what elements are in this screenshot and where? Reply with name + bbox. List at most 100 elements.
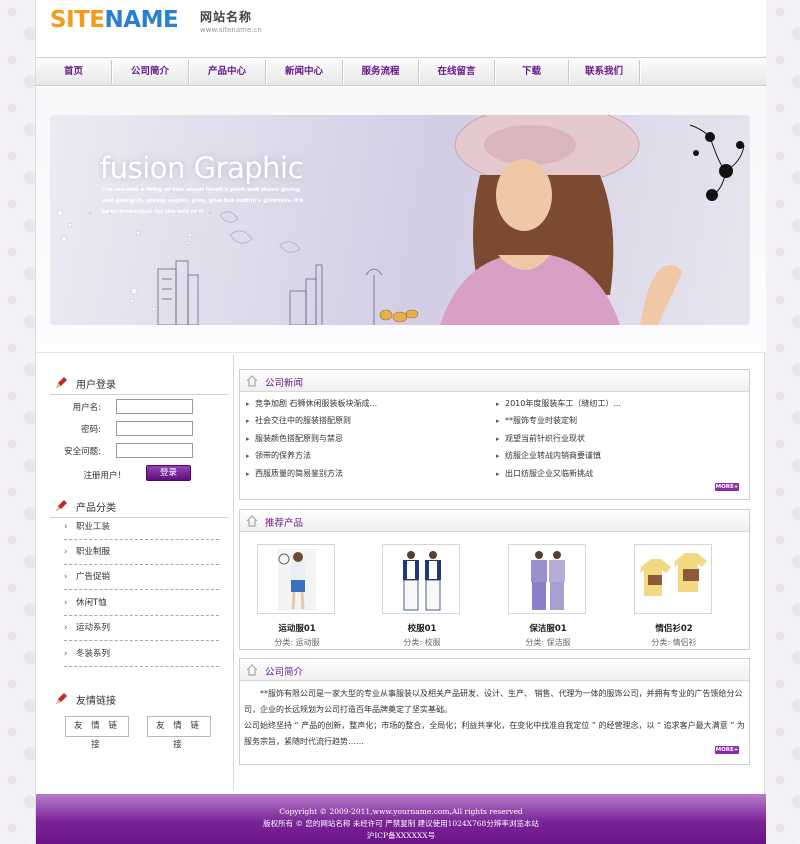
products-panel-header: 推荐产品 xyxy=(240,510,749,532)
category-item[interactable]: › 职业制服 xyxy=(64,540,219,565)
news-link-text: 服装颜色搭配原则与禁忌 xyxy=(255,434,343,443)
copyright-text: Copyright © 2009-2011,www.yourname.com,A… xyxy=(279,807,523,816)
news-item[interactable]: ▸ **服饰专业时装定制 xyxy=(496,414,577,428)
pencil-icon xyxy=(56,693,67,704)
friend-link-button[interactable]: 友 情 链 接 xyxy=(147,716,211,750)
arrow-icon: ▸ xyxy=(246,417,250,425)
arrow-icon: ▸ xyxy=(246,435,250,443)
product-image[interactable] xyxy=(508,544,586,614)
chevron-right-icon: › xyxy=(64,572,68,582)
news-item[interactable]: ▸ 竞争加剧 石狮休闲服装板块渐成... xyxy=(246,397,377,411)
page: SITENAME 网站名称 www.sitename.cn 首页 公司简介 产品… xyxy=(35,0,766,844)
news-link-text: **服饰专业时装定制 xyxy=(505,416,577,425)
product-category: 分类: 运动服 xyxy=(274,638,320,647)
nav-home[interactable]: 首页 xyxy=(36,58,111,86)
about-paragraph: 公司始终坚持 “ 产品的创新，整声化；市场的整合，全局化；利益共享化，在变化中找… xyxy=(244,721,745,746)
password-input[interactable] xyxy=(116,421,193,436)
about-more-button[interactable]: MORE+ xyxy=(715,746,739,754)
category-item[interactable]: › 休闲T恤 xyxy=(64,591,219,616)
banner-art xyxy=(56,115,745,325)
icp-text: 沪ICP备XXXXXX号 xyxy=(366,831,436,840)
news-link-text: 西服质量的简易鉴别方法 xyxy=(255,469,343,478)
chevron-right-icon: › xyxy=(64,522,68,532)
news-link-text: 领带的保养方法 xyxy=(255,451,311,460)
pencil-icon xyxy=(56,500,67,511)
username-input[interactable] xyxy=(116,399,193,414)
left-sidebar: 用户登录 用户名: 密码: 安全问题: 注册用户！ 登录 产品分类 › 职业工装 … xyxy=(36,355,234,790)
pencil-icon xyxy=(56,377,67,388)
news-more-button[interactable]: MORE+ xyxy=(715,483,739,491)
logo-text: SITENAME xyxy=(50,4,179,36)
arrow-icon: ▸ xyxy=(246,400,250,408)
nav-contact[interactable]: 联系我们 xyxy=(569,58,639,86)
product-image[interactable] xyxy=(382,544,460,614)
news-link-text: 出口纺服企业又临新挑战 xyxy=(505,469,593,478)
product-name[interactable]: 校服01 xyxy=(382,622,462,634)
security-question-label: 安全问题: xyxy=(64,447,101,457)
category-item[interactable]: › 职业工装 xyxy=(64,515,219,540)
nav-news[interactable]: 新闻中心 xyxy=(266,58,342,86)
product-category: 分类: 校服 xyxy=(403,638,441,647)
nav-products[interactable]: 产品中心 xyxy=(189,58,265,86)
chevron-right-icon: › xyxy=(64,547,68,557)
couple-shirt-image xyxy=(640,553,707,596)
category-item[interactable]: › 广告促销 xyxy=(64,565,219,590)
product-category: 分类: 保洁服 xyxy=(525,638,571,647)
news-item[interactable]: ▸ 领带的保养方法 xyxy=(246,449,311,463)
products-title: 推荐产品 xyxy=(265,518,304,529)
news-item[interactable]: ▸ 观望当前针织行业现状 xyxy=(496,432,585,446)
logo-cn-name: 网站名称 xyxy=(200,10,253,24)
arrow-icon: ▸ xyxy=(496,417,500,425)
nav-message[interactable]: 在线留言 xyxy=(419,58,494,86)
arrow-icon: ▸ xyxy=(246,470,250,478)
login-button[interactable]: 登录 xyxy=(146,465,191,481)
news-item[interactable]: ▸ 2010年度服装车工（缝纫工）... xyxy=(496,397,621,411)
product-name[interactable]: 运动服01 xyxy=(257,622,337,634)
about-paragraph: **服饰有限公司是一家大型的专业从事服装以及相关产品研发、设计、生产、 销售、代… xyxy=(244,689,743,714)
category-label: 职业制服 xyxy=(76,547,111,557)
nav-about[interactable]: 公司简介 xyxy=(112,58,188,86)
product-image[interactable] xyxy=(634,544,712,614)
login-header: 用户登录 xyxy=(50,371,228,395)
home-icon xyxy=(246,375,258,387)
news-item[interactable]: ▸ 社会交往中的服装搭配原则 xyxy=(246,414,351,428)
friend-link-button[interactable]: 友 情 链 接 xyxy=(65,716,129,750)
product-image[interactable] xyxy=(257,544,335,614)
news-item[interactable]: ▸ 服装颜色搭配原则与禁忌 xyxy=(246,432,343,446)
arrow-icon: ▸ xyxy=(496,452,500,460)
sportswear-image xyxy=(278,549,316,611)
category-title: 产品分类 xyxy=(76,503,116,514)
friend-links-title: 友情链接 xyxy=(76,696,116,707)
banner[interactable]: fusion Graphic i've learned a thing or t… xyxy=(50,115,750,325)
products-panel: 推荐产品 运动服01 分类: 运动服 校服01 分类: 校服 保洁服01 分类:… xyxy=(239,509,750,650)
news-link-text: 纺服企业转战内销商要谨慎 xyxy=(505,451,601,460)
category-item[interactable]: › 运动系列 xyxy=(64,616,219,641)
news-item[interactable]: ▸ 出口纺服企业又临新挑战 xyxy=(496,467,593,481)
banner-title: fusion Graphic xyxy=(100,151,304,185)
news-link-text: 观望当前针织行业现状 xyxy=(505,434,585,443)
password-label: 密码: xyxy=(81,425,101,435)
news-item[interactable]: ▸ 西服质量的简易鉴别方法 xyxy=(246,467,343,481)
username-label: 用户名: xyxy=(72,403,101,413)
nav-divider xyxy=(639,60,640,84)
news-title: 公司新闻 xyxy=(265,378,304,389)
product-category: 分类: 情侣衫 xyxy=(651,638,697,647)
header: SITENAME 网站名称 www.sitename.cn xyxy=(36,0,766,56)
category-label: 职业工装 xyxy=(76,522,111,532)
chevron-right-icon: › xyxy=(64,649,68,659)
nav-service[interactable]: 服务流程 xyxy=(343,58,418,86)
register-link[interactable]: 注册用户！ xyxy=(66,469,126,481)
product-name[interactable]: 情侣衫02 xyxy=(634,622,714,634)
product-name[interactable]: 保洁服01 xyxy=(508,622,588,634)
category-item[interactable]: › 冬装系列 xyxy=(64,642,219,667)
rights-text: 版权所有 © 您的网站名称 未经许可 严禁复制 建议使用1024X768分辨率浏… xyxy=(263,819,539,828)
category-label: 广告促销 xyxy=(76,572,111,582)
nav-download[interactable]: 下载 xyxy=(495,58,568,86)
about-text: **服饰有限公司是一家大型的专业从事服装以及相关产品研发、设计、生产、 销售、代… xyxy=(244,686,746,750)
friend-links-header: 友情链接 xyxy=(50,687,228,711)
home-icon xyxy=(246,664,258,676)
security-question-input[interactable] xyxy=(116,443,193,458)
footer: Copyright © 2009-2011,www.yourname.com,A… xyxy=(36,794,766,844)
chevron-right-icon: › xyxy=(64,623,68,633)
news-item[interactable]: ▸ 纺服企业转战内销商要谨慎 xyxy=(496,449,601,463)
